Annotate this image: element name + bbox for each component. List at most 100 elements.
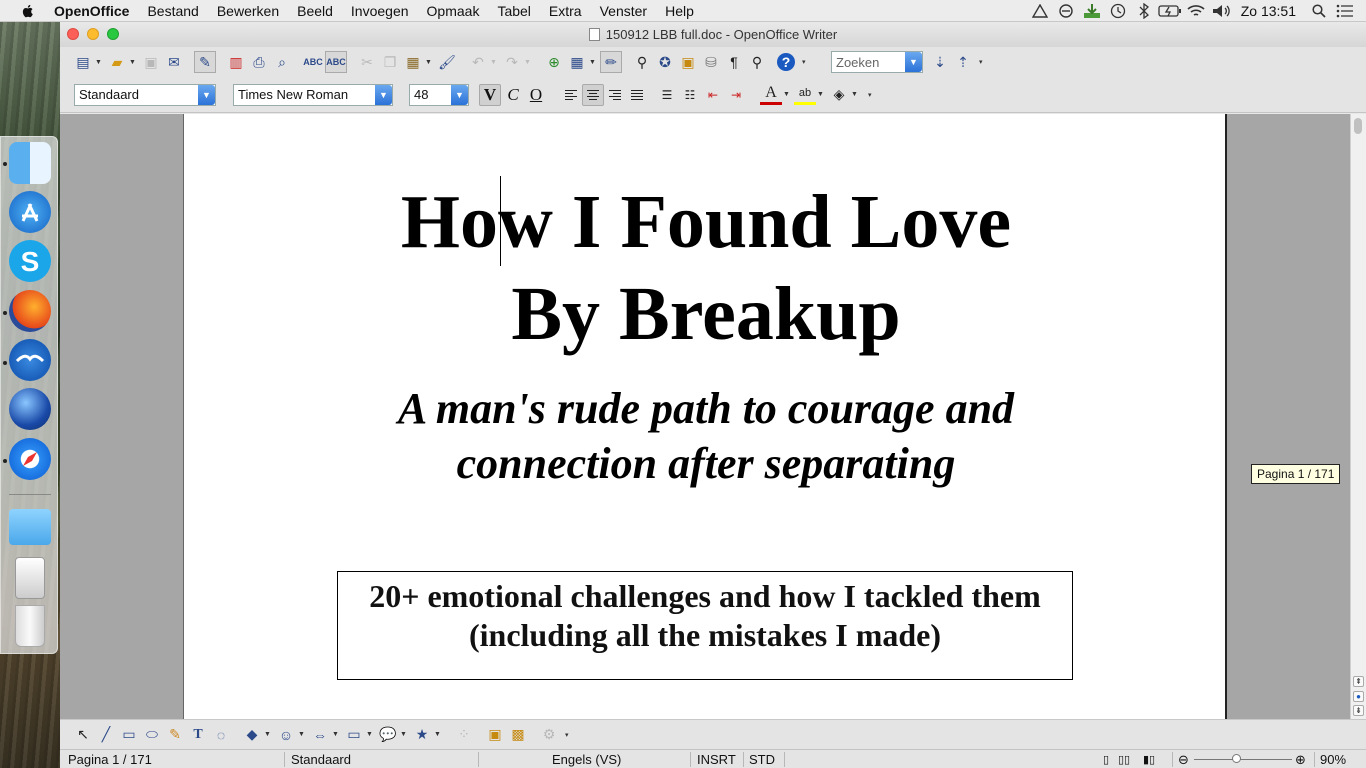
flowchart-dropdown-icon[interactable]: ▼ <box>366 731 374 738</box>
underline-button[interactable]: O <box>525 84 547 106</box>
menu-invoegen[interactable]: Invoegen <box>351 3 409 19</box>
basic-shapes-dropdown-icon[interactable]: ▼ <box>264 731 272 738</box>
time-machine-icon[interactable] <box>1105 0 1131 22</box>
open-folder-icon[interactable]: ▰ <box>106 51 128 73</box>
format-toolbar-overflow-icon[interactable]: ▾ <box>868 91 876 99</box>
status-page-style[interactable]: Standaard <box>291 751 351 768</box>
drive-icon[interactable] <box>1027 0 1053 22</box>
document-area[interactable]: How I Found Love By Breakup A man's rude… <box>60 114 1350 719</box>
menu-opmaak[interactable]: Opmaak <box>427 3 480 19</box>
formatting-marks-icon[interactable]: ¶ <box>723 51 745 73</box>
autospellcheck-icon[interactable]: ABC <box>325 51 347 73</box>
line-icon[interactable]: ╱ <box>95 724 117 746</box>
sync-icon[interactable] <box>1053 0 1079 22</box>
flowchart-icon[interactable]: ▭ <box>343 724 365 746</box>
freeform-icon[interactable]: ✎ <box>164 724 186 746</box>
text-frame[interactable]: 20+ emotional challenges and how I tackl… <box>337 571 1073 680</box>
folder-icon[interactable] <box>9 509 51 545</box>
single-page-view-icon[interactable]: ▯ <box>1103 751 1109 768</box>
align-left-icon[interactable] <box>560 84 582 106</box>
search-dropdown-icon[interactable]: ▼ <box>905 52 922 72</box>
redo-icon[interactable]: ↷ <box>501 51 523 73</box>
maximize-button[interactable] <box>107 28 119 40</box>
highlighting-dropdown-icon[interactable]: ▼ <box>817 91 825 98</box>
numbering-icon[interactable]: ☰ <box>656 84 678 106</box>
download-icon[interactable] <box>1079 0 1105 22</box>
menu-help[interactable]: Help <box>665 3 694 19</box>
apple-menu-icon[interactable] <box>20 3 36 19</box>
menu-bestand[interactable]: Bestand <box>147 3 198 19</box>
italic-button[interactable]: C <box>502 84 524 106</box>
menu-venster[interactable]: Venster <box>600 3 647 19</box>
document-subtitle[interactable]: A man's rude path to courage and connect… <box>184 381 1228 491</box>
align-right-icon[interactable] <box>604 84 626 106</box>
text-tool-icon[interactable]: T <box>187 724 209 746</box>
google-earth-icon[interactable] <box>9 388 51 430</box>
spellcheck-icon[interactable]: ABC <box>302 51 324 73</box>
zoom-icon[interactable]: ⚲ <box>746 51 768 73</box>
notification-center-icon[interactable] <box>1332 0 1358 22</box>
copy-icon[interactable]: ❐ <box>379 51 401 73</box>
fontwork-icon[interactable]: ▣ <box>484 724 506 746</box>
zoom-out-icon[interactable]: ⊖ <box>1178 751 1189 768</box>
format-paintbrush-icon[interactable]: 🖌 <box>436 51 458 73</box>
find-replace-icon[interactable]: ⚲ <box>631 51 653 73</box>
volume-icon[interactable] <box>1209 0 1235 22</box>
email-icon[interactable]: ✉ <box>163 51 185 73</box>
extrusion-icon[interactable]: ⚙ <box>538 724 560 746</box>
next-page-icon[interactable]: ⇟ <box>1353 705 1364 716</box>
scroll-thumb[interactable] <box>1354 118 1362 134</box>
zoom-in-icon[interactable]: ⊕ <box>1295 751 1306 768</box>
find-next-icon[interactable]: ⇣ <box>929 51 951 73</box>
draw-toolbar-overflow-icon[interactable]: ▾ <box>565 731 573 739</box>
increase-indent-icon[interactable]: ⇥ <box>725 84 747 106</box>
font-name-dropdown-icon[interactable]: ▼ <box>375 84 392 105</box>
paragraph-style-dropdown-icon[interactable]: ▼ <box>198 84 215 105</box>
font-color-icon[interactable]: A <box>760 84 782 105</box>
table-dropdown-icon[interactable]: ▼ <box>589 59 597 66</box>
menu-app-name[interactable]: OpenOffice <box>54 3 129 19</box>
status-page[interactable]: Pagina 1 / 171 <box>68 751 152 768</box>
undo-icon[interactable]: ↶ <box>467 51 489 73</box>
find-toolbar-overflow-icon[interactable]: ▾ <box>979 58 987 66</box>
print-preview-icon[interactable]: ⌕ <box>271 51 293 73</box>
font-size-select[interactable]: 48 ▼ <box>409 83 469 106</box>
zoom-slider-track[interactable] <box>1194 759 1292 760</box>
skype-icon[interactable]: S <box>9 240 51 282</box>
background-color-icon[interactable]: ◈ <box>828 84 850 106</box>
bold-button[interactable]: V <box>479 83 501 106</box>
block-arrows-icon[interactable]: ⇔ <box>309 724 331 746</box>
font-name-select[interactable]: Times New Roman ▼ <box>233 83 393 106</box>
paste-icon[interactable]: ▦ <box>402 51 424 73</box>
gallery-icon[interactable]: ▣ <box>677 51 699 73</box>
align-center-icon[interactable] <box>582 83 604 106</box>
menu-tabel[interactable]: Tabel <box>497 3 530 19</box>
paragraph-style-select[interactable]: Standaard ▼ <box>74 83 216 106</box>
export-pdf-icon[interactable]: ▥ <box>225 51 247 73</box>
ellipse-icon[interactable]: ⬭ <box>141 724 163 746</box>
firefox-icon[interactable] <box>9 290 51 332</box>
redo-dropdown-icon[interactable]: ▼ <box>524 59 532 66</box>
font-size-dropdown-icon[interactable]: ▼ <box>451 84 468 105</box>
table-icon[interactable]: ▦ <box>566 51 588 73</box>
book-view-icon[interactable]: ▮▯ <box>1143 751 1155 768</box>
safari-icon[interactable] <box>9 438 51 480</box>
help-icon[interactable]: ? <box>777 53 795 71</box>
finder-icon[interactable] <box>9 142 51 184</box>
trash-icon[interactable] <box>15 605 45 647</box>
multi-page-view-icon[interactable]: ▯▯ <box>1118 751 1130 768</box>
points-icon[interactable]: ⁘ <box>453 724 475 746</box>
menu-clock[interactable]: Zo 13:51 <box>1241 3 1296 19</box>
select-icon[interactable]: ↖ <box>72 724 94 746</box>
status-insert-mode[interactable]: INSRT <box>697 751 736 768</box>
callouts-dropdown-icon[interactable]: ▼ <box>400 731 408 738</box>
highlighting-icon[interactable]: ab <box>794 85 816 105</box>
symbol-shapes-icon[interactable]: ☺ <box>275 724 297 746</box>
data-sources-icon[interactable]: ⛁ <box>700 51 722 73</box>
navigation-icon[interactable]: ● <box>1353 691 1364 702</box>
callouts-icon[interactable]: 💬 <box>377 724 399 746</box>
bluetooth-icon[interactable] <box>1131 0 1157 22</box>
decrease-indent-icon[interactable]: ⇤ <box>702 84 724 106</box>
zoom-slider-knob[interactable] <box>1232 754 1241 763</box>
new-document-icon[interactable]: ▤ <box>72 51 94 73</box>
